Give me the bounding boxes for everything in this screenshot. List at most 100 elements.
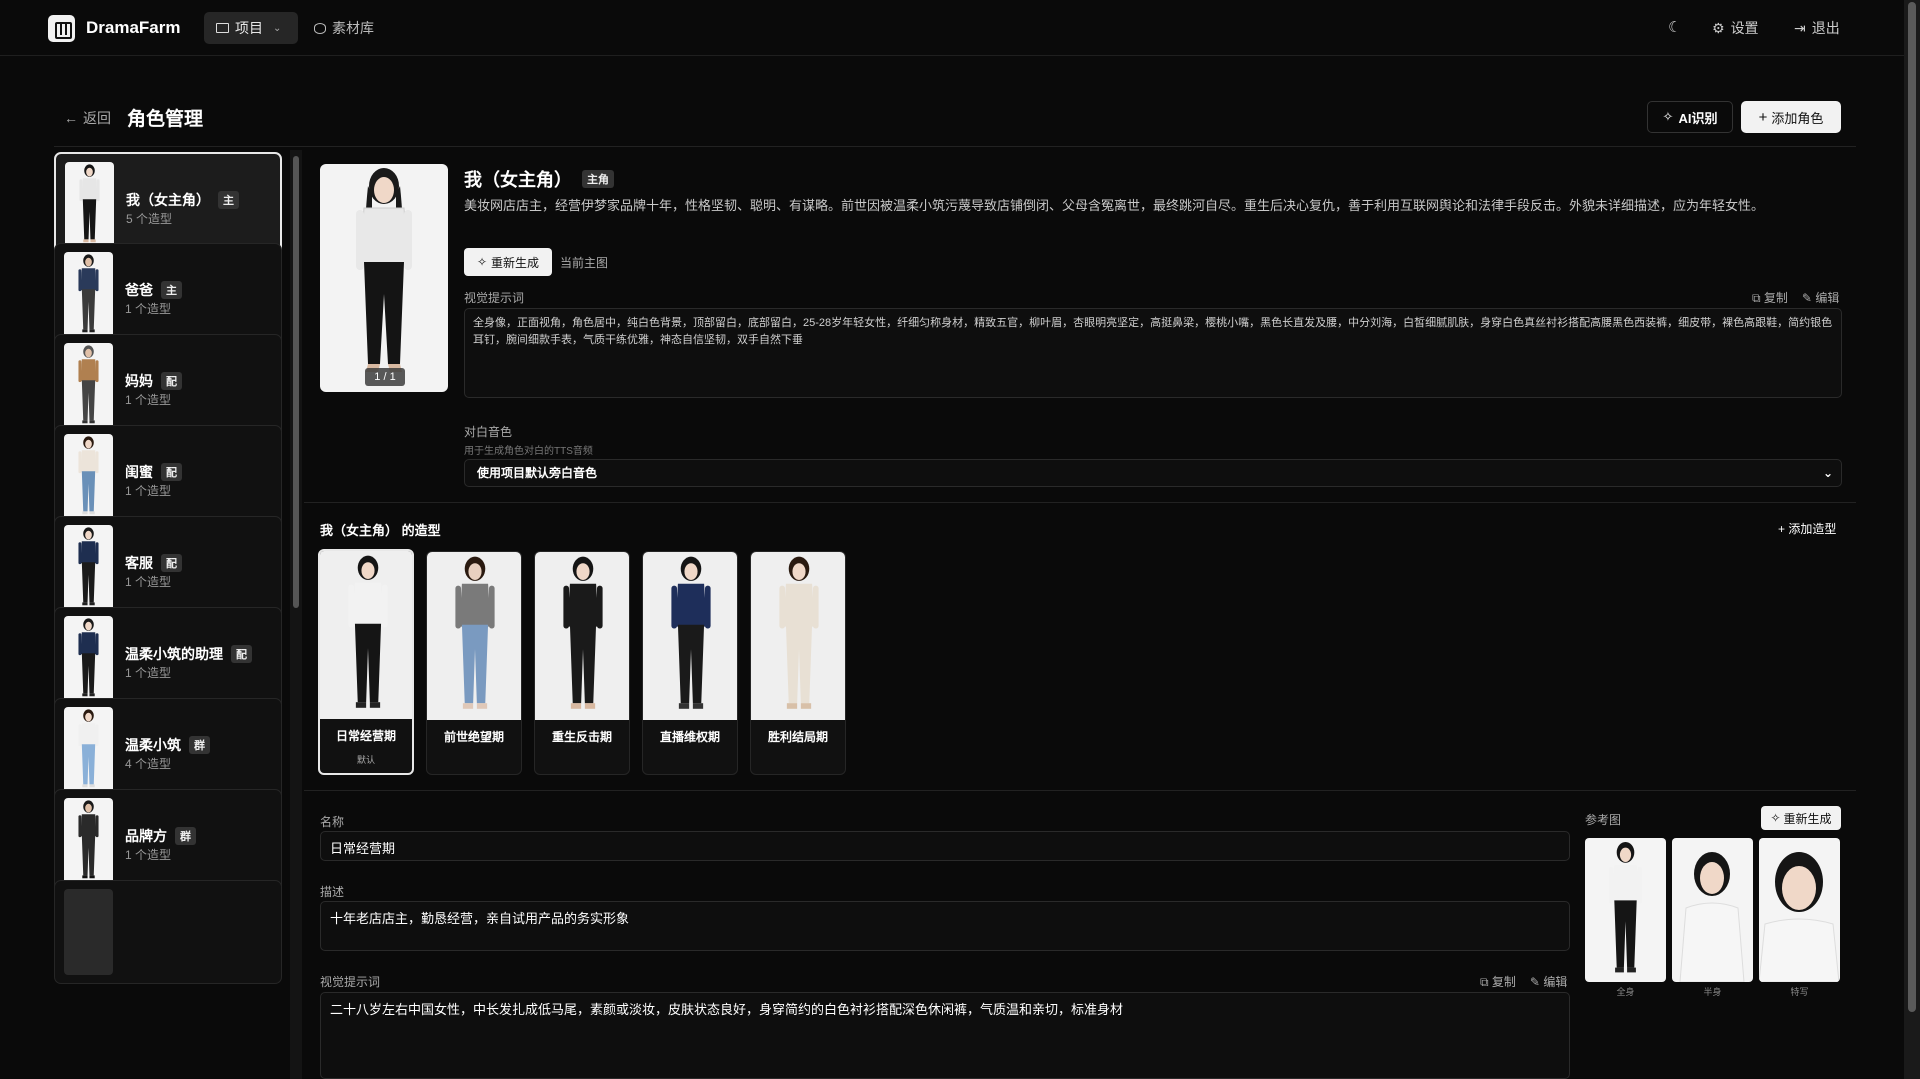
character-card-count: 1 个造型 [125, 393, 172, 407]
back-button[interactable]: ← 返回 [64, 108, 111, 128]
look-card[interactable]: 重生反击期 [534, 551, 630, 775]
regenerate-reference-label: 重新生成 [1783, 811, 1832, 826]
character-card-count: 5 个造型 [126, 212, 173, 226]
character-card[interactable] [54, 880, 282, 984]
role-badge: 主角 [582, 170, 614, 188]
look-name-label: 名称 [320, 815, 345, 829]
reference-image[interactable] [1672, 838, 1753, 982]
copy-button[interactable]: ⧉ 复制 [1752, 289, 1788, 306]
character-card-name: 爸爸 [125, 282, 153, 298]
character-title: 我（女主角） 主角 [464, 166, 614, 192]
character-card-name: 客服 [125, 555, 153, 571]
voice-label: 对白音色 [464, 425, 513, 439]
look-card[interactable]: 前世绝望期 [426, 551, 522, 775]
figure-illustration [455, 556, 495, 709]
character-thumbnail [64, 798, 113, 884]
folder-icon [216, 23, 229, 33]
theme-toggle[interactable]: ☾ [1668, 18, 1681, 36]
character-card-title: 品牌方群 [125, 826, 196, 846]
character-card[interactable]: 我（女主角） 主 5 个造型 [54, 152, 282, 256]
reference-caption: 特写 [1790, 987, 1809, 997]
look-desc-input[interactable]: 十年老店店主，勤恳经营，亲自试用产品的务实形象 [320, 901, 1570, 951]
edit-label: 编辑 [1543, 975, 1568, 989]
voice-select-value: 使用项目默认旁白音色 [477, 466, 598, 480]
figure-illustration [78, 709, 99, 788]
settings-label: 设置 [1730, 20, 1759, 36]
logout-icon: ⇥ [1794, 19, 1806, 36]
character-thumbnail [64, 343, 113, 429]
look-card[interactable]: 直播维权期 [642, 551, 738, 775]
look-image [320, 551, 412, 719]
reference-caption: 全身 [1616, 987, 1635, 997]
sparkle-icon: ✧ [1770, 811, 1781, 825]
character-thumbnail [64, 707, 113, 793]
copy-button[interactable]: ⧉ 复制 [1480, 973, 1516, 990]
look-prompt-actions: ⧉ 复制 ✎ 编辑 [1480, 973, 1567, 990]
figure-illustration [78, 618, 99, 697]
figure-illustration [563, 556, 603, 709]
regenerate-button[interactable]: ✧ 重新生成 [464, 248, 552, 276]
look-name: 直播维权期 [659, 730, 720, 744]
look-name: 重生反击期 [551, 730, 612, 744]
character-card[interactable]: 爸爸主 1 个造型 [54, 243, 282, 347]
look-prompt-textarea[interactable]: 二十八岁左右中国女性，中长发扎成低马尾，素颜或淡妆，皮肤状态良好，身穿简约的白色… [320, 992, 1570, 1079]
look-name: 日常经营期 [335, 729, 396, 743]
character-card[interactable]: 闺蜜配 1 个造型 [54, 425, 282, 529]
voice-select[interactable]: 使用项目默认旁白音色 ⌄ [464, 459, 1842, 487]
page-scrollbar[interactable] [1904, 0, 1920, 1079]
header-divider [54, 146, 1856, 147]
figure-illustration [1608, 842, 1643, 973]
add-character-button[interactable]: + 添加角色 [1741, 101, 1841, 133]
top-bar: DramaFarm 项目 ⌄ 素材库 ☾ ⚙ 设置 ⇥ 退出 [0, 0, 1904, 56]
look-image [751, 552, 845, 720]
character-card[interactable]: 温柔小筑的助理配 1 个造型 [54, 607, 282, 711]
section-divider [304, 502, 1856, 503]
nav-projects[interactable]: 项目 ⌄ [204, 12, 298, 44]
reference-caption: 半身 [1703, 987, 1722, 997]
character-name: 我（女主角） [464, 170, 572, 190]
nav-library[interactable]: 素材库 [314, 12, 374, 44]
nav-projects-label: 项目 [235, 20, 263, 36]
ai-recognize-button[interactable]: ✧ AI识别 [1647, 101, 1733, 133]
character-card-badge: 配 [161, 463, 182, 481]
add-look-button[interactable]: + 添加造型 [1778, 520, 1836, 537]
logout-label: 退出 [1811, 20, 1840, 36]
character-card-badge: 配 [231, 645, 252, 663]
brand-name[interactable]: DramaFarm [86, 18, 181, 38]
character-thumbnail [64, 252, 113, 338]
character-card[interactable]: 客服配 1 个造型 [54, 516, 282, 620]
character-card-count: 1 个造型 [125, 484, 172, 498]
reference-image[interactable] [1585, 838, 1666, 982]
edit-button[interactable]: ✎ 编辑 [1530, 973, 1567, 990]
logo-icon[interactable] [48, 15, 75, 42]
visual-prompt-textarea[interactable]: 全身像，正面视角，角色居中，纯白色背景，顶部留白，底部留白，25-28岁年轻女性… [464, 308, 1842, 398]
character-card-title: 温柔小筑的助理配 [125, 644, 252, 664]
character-card-title: 爸爸主 [125, 280, 182, 300]
sparkle-icon: ✧ [476, 255, 488, 269]
edit-button[interactable]: ✎ 编辑 [1802, 289, 1839, 306]
reference-label: 参考图 [1585, 813, 1622, 827]
prompt-actions: ⧉ 复制 ✎ 编辑 [1752, 289, 1839, 306]
page-header: ← 返回 角色管理 [64, 104, 203, 131]
character-card[interactable]: 品牌方群 1 个造型 [54, 789, 282, 893]
moon-icon: ☾ [1668, 19, 1682, 36]
character-card[interactable]: 温柔小筑群 4 个造型 [54, 698, 282, 802]
look-image [427, 552, 521, 720]
logout-button[interactable]: ⇥ 退出 [1794, 18, 1840, 38]
look-card[interactable]: 日常经营期 默认 [318, 549, 414, 775]
figure-illustration [79, 164, 100, 243]
look-prompt-label: 视觉提示词 [320, 975, 381, 989]
sidebar-scrollbar[interactable] [290, 150, 302, 1079]
character-card[interactable]: 妈妈配 1 个造型 [54, 334, 282, 438]
character-thumbnail [64, 525, 113, 611]
look-card[interactable]: 胜利结局期 [750, 551, 846, 775]
reference-image[interactable] [1759, 838, 1840, 982]
character-main-image[interactable]: 1 / 1 [320, 164, 448, 392]
looks-title: 我（女主角） 的造型 [320, 523, 441, 538]
settings-button[interactable]: ⚙ 设置 [1712, 18, 1759, 38]
character-card-title: 我（女主角） 主 [126, 190, 239, 210]
regenerate-reference-button[interactable]: ✧ 重新生成 [1761, 806, 1841, 830]
plus-icon: + [1758, 108, 1768, 126]
figure-illustration [356, 168, 412, 372]
look-name-input[interactable]: 日常经营期 [320, 831, 1570, 861]
